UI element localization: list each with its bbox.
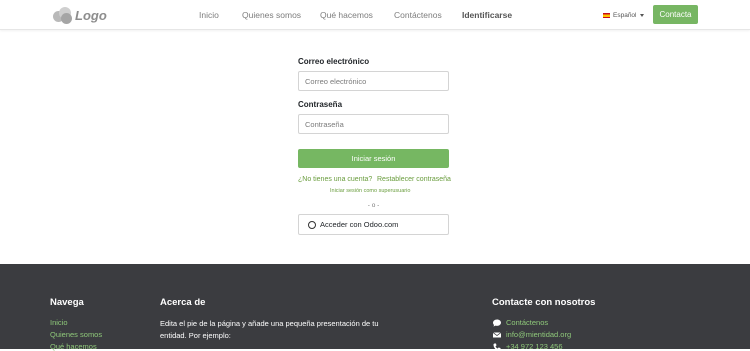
caret-down-icon [639,14,644,17]
oauth-label: Acceder con Odoo.com [320,220,399,229]
footer-email-link[interactable]: info@mientidad.org [506,330,571,339]
reset-password-link[interactable]: Restablecer contraseña [377,176,451,183]
footer: Navega Inicio Quienes somos Qué hacemos … [0,264,750,351]
contact-button[interactable]: Contacta [653,5,698,24]
logo[interactable]: Logo [53,5,107,25]
footer-link-inicio[interactable]: Inicio [50,318,68,327]
language-label: Español [613,12,637,19]
email-label: Correo electrónico [298,57,370,66]
footer-link-quienes-somos[interactable]: Quienes somos [50,330,102,339]
footer-phone-link[interactable]: +34 972 123 456 [506,342,563,351]
language-selector[interactable]: Español [603,12,644,19]
login-button[interactable]: Iniciar sesión [298,149,449,168]
logo-icon [53,6,73,24]
footer-link-que-hacemos[interactable]: Qué hacemos [50,342,97,351]
logo-text: Logo [75,7,107,23]
footer-about-title: Acerca de [160,297,206,308]
footer-nav-title: Navega [50,297,84,308]
envelope-icon [493,332,501,338]
spain-flag-icon [603,13,610,18]
nav-item-contactenos[interactable]: Contáctenos [394,10,442,20]
password-label: Contraseña [298,100,343,109]
top-navbar: Logo Inicio Quienes somos Qué hacemos Co… [0,0,750,30]
nav-item-identificarse[interactable]: Identificarse [462,10,512,20]
comment-icon [493,319,501,327]
footer-contact-link[interactable]: Contáctenos [506,318,548,327]
password-field[interactable] [298,114,449,134]
email-field[interactable] [298,71,449,91]
phone-icon [493,343,501,351]
footer-about-text: Edita el pie de la página y añade una pe… [160,319,379,340]
odoo-oauth-button[interactable]: Acceder con Odoo.com [298,214,449,235]
signup-link[interactable]: ¿No tienes una cuenta? [298,176,372,183]
footer-contact-title: Contacte con nosotros [492,297,596,308]
nav-item-quienes-somos[interactable]: Quienes somos [242,10,301,20]
odoo-icon [308,220,316,229]
or-separator: - o - [367,202,380,209]
nav-item-que-hacemos[interactable]: Qué hacemos [320,10,373,20]
nav-item-inicio[interactable]: Inicio [199,10,219,20]
superuser-login-link[interactable]: Iniciar sesión como superusuario [330,188,410,194]
